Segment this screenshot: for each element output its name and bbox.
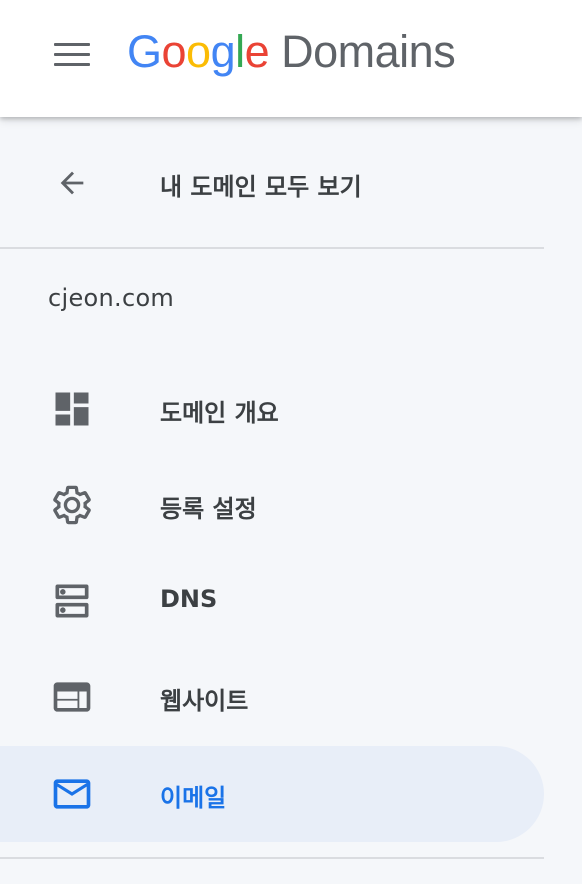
web-icon — [53, 682, 91, 712]
logo-letter: o — [161, 26, 187, 77]
view-all-domains-label: 내 도메인 모두 보기 — [160, 173, 362, 201]
dashboard-icon — [55, 392, 89, 426]
gear-icon — [53, 485, 91, 525]
mail-icon — [53, 779, 91, 809]
view-all-domains-link[interactable]: 내 도메인 모두 보기 — [0, 135, 544, 231]
nav-item-website[interactable]: 웹사이트 — [0, 649, 544, 745]
current-domain-name: cjeon.com — [48, 284, 175, 312]
logo-letter: l — [235, 26, 245, 77]
nav-item-email[interactable]: 이메일 — [0, 746, 544, 842]
nav-item-label: 이메일 — [160, 784, 227, 812]
hamburger-menu-icon[interactable] — [46, 34, 98, 74]
nav-item-label: 웹사이트 — [160, 687, 249, 715]
nav-item-dns[interactable]: DNS — [0, 553, 544, 649]
divider — [0, 857, 544, 859]
nav-item-label: 등록 설정 — [160, 495, 257, 523]
logo-letter: g — [210, 26, 236, 77]
logo-letter: o — [186, 26, 211, 77]
nav-item-registration-settings[interactable]: 등록 설정 — [0, 457, 544, 553]
divider — [0, 247, 544, 249]
top-app-bar: Google Domains — [0, 0, 582, 117]
logo-letter: G — [127, 26, 162, 77]
product-name: Domains — [281, 26, 456, 77]
google-domains-logo[interactable]: Google Domains — [127, 26, 456, 86]
google-wordmark: Google — [127, 26, 270, 78]
dns-icon — [55, 584, 89, 618]
arrow-back-icon — [60, 171, 84, 195]
logo-letter: e — [244, 26, 270, 77]
nav-item-label: 도메인 개요 — [160, 399, 279, 427]
nav-item-label: DNS — [160, 585, 218, 613]
nav-item-domain-overview[interactable]: 도메인 개요 — [0, 361, 544, 457]
